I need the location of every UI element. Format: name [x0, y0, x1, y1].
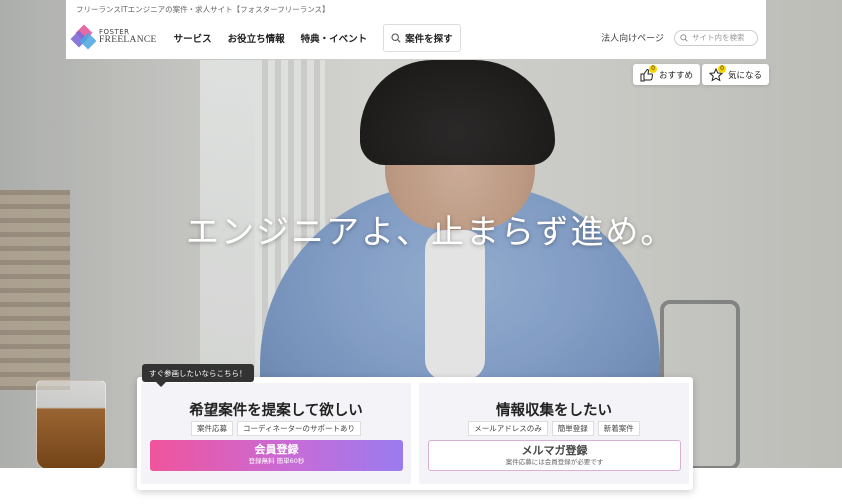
main-nav: サービス お役立ち情報 特典・イベント 案件を探す — [174, 23, 461, 52]
cta-newsletter-title: 情報収集をしたい — [496, 403, 612, 419]
nav-item-useful-info[interactable]: お役立ち情報 — [228, 31, 285, 45]
find-jobs-button[interactable]: 案件を探す — [383, 23, 461, 52]
member-register-label: 会員登録 — [254, 443, 299, 456]
newsletter-register-label: メルマガ登録 — [521, 444, 588, 457]
cta-card: 希望案件を提案して欲しい 案件応募 コーディネーターのサポートあり 会員登録 登… — [137, 377, 693, 490]
cta-member-title: 希望案件を提案して欲しい — [189, 403, 363, 419]
find-jobs-label: 案件を探す — [405, 33, 453, 45]
search-icon — [391, 32, 401, 43]
star-icon: 0 — [708, 64, 726, 82]
newsletter-register-sub: 案件応募には会員登録が必要です — [505, 458, 604, 466]
cta-newsletter: 情報収集をしたい メールアドレスのみ 簡単登録 新着案件 メルマガ登録 案件応募… — [419, 383, 689, 484]
site-tagline: フリーランスITエンジニアの案件・求人サイト【フォスターフリーランス】 — [66, 0, 766, 16]
recommend-count: 0 — [649, 64, 657, 73]
tag: コーディネーターのサポートあり — [237, 421, 361, 436]
tag: 新着案件 — [597, 421, 640, 436]
nav-item-service[interactable]: サービス — [174, 31, 212, 45]
logo-text: FOSTER FREELANCE — [99, 29, 157, 46]
tag: 案件応募 — [191, 421, 233, 436]
cta-newsletter-tags: メールアドレスのみ 簡単登録 新着案件 — [419, 421, 689, 436]
hero-catchcopy: エンジニアよ、止まらず進め。 — [186, 212, 676, 251]
header-right: 法人向けページ サイト内を検索 — [601, 29, 758, 46]
site-logo[interactable]: FOSTER FREELANCE — [70, 24, 157, 49]
member-register-button[interactable]: 会員登録 登録無料 簡単60秒 — [150, 440, 403, 471]
nav-item-events[interactable]: 特典・イベント — [301, 31, 368, 45]
recommend-button[interactable]: 0 おすすめ — [633, 64, 701, 85]
quick-join-tooltip: すぐ参画したいならこちら！ — [142, 364, 254, 387]
search-icon — [680, 33, 688, 42]
cta-member-tags: 案件応募 コーディネーターのサポートあり — [141, 421, 411, 436]
site-search-placeholder: サイト内を検索 — [692, 33, 745, 42]
member-register-sub: 登録無料 簡単60秒 — [248, 457, 305, 465]
favorite-label: 気になる — [728, 70, 763, 81]
thumbs-up-icon: 0 — [640, 64, 657, 82]
corporate-page-link[interactable]: 法人向けページ — [601, 31, 664, 44]
newsletter-register-button[interactable]: メルマガ登録 案件応募には会員登録が必要です — [428, 440, 681, 471]
logo-line2: FREELANCE — [99, 35, 157, 46]
site-header: FOSTER FREELANCE サービス お役立ち情報 特典・イベント 案件を… — [66, 16, 766, 59]
site-search-input[interactable]: サイト内を検索 — [674, 29, 758, 46]
logo-mark-icon — [70, 24, 97, 49]
favorite-button[interactable]: 0 気になる — [702, 64, 770, 85]
recommend-label: おすすめ — [659, 70, 694, 81]
tag: 簡単登録 — [551, 421, 594, 436]
cta-member: 希望案件を提案して欲しい 案件応募 コーディネーターのサポートあり 会員登録 登… — [141, 383, 411, 484]
tag: メールアドレスのみ — [468, 421, 548, 436]
favorite-count: 0 — [718, 64, 726, 73]
